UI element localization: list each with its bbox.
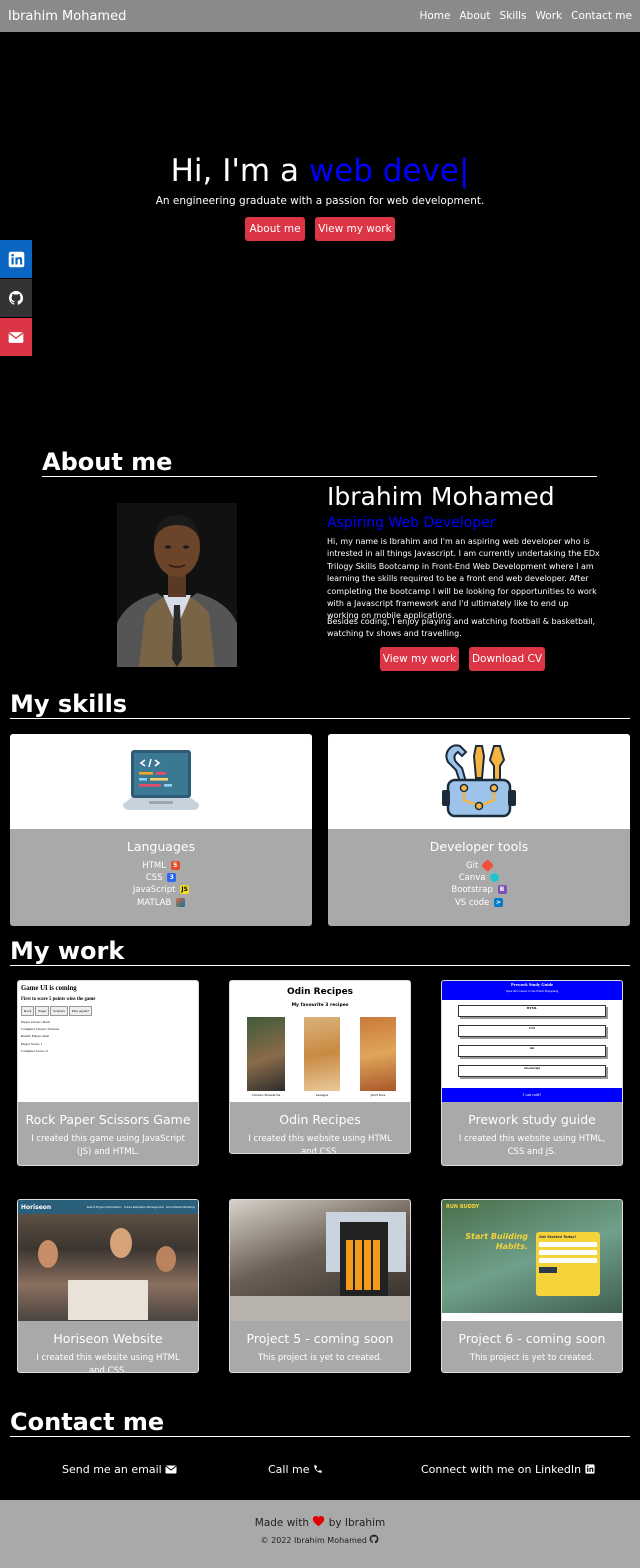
about-paragraph-2: Besides coding, I enjoy playing and watc… (327, 617, 596, 639)
work-title-prework: Prework study guide (468, 1112, 596, 1127)
navbar: Ibrahim Mohamed Home About Skills Work C… (0, 0, 640, 32)
skill-item-git: Git (328, 859, 630, 872)
work-heading: My work (10, 937, 125, 965)
tools-icon (328, 734, 630, 829)
skills-divider (10, 718, 630, 719)
contact-linkedin-label: Connect with me on LinkedIn (421, 1463, 582, 1476)
skills-heading: My skills (10, 690, 128, 718)
skill-list-languages: HTML 5 CSS 3 JavaScript JS MATLAB (10, 860, 312, 909)
contact-email-label: Send me an email (62, 1463, 162, 1476)
about-paragraph-1: Hi, my name is Ibrahim and I'm an aspiri… (327, 537, 600, 621)
work-desc-horiseon: I created this website using HTML and CS… (36, 1353, 180, 1373)
work-desc-project-5: This project is yet to created. (257, 1353, 383, 1363)
skill-item-html: HTML 5 (10, 860, 312, 872)
phone-icon (314, 1465, 322, 1473)
nav-home[interactable]: Home (419, 10, 450, 22)
about-role: Aspiring Web Developer (327, 515, 496, 531)
contact-linkedin-link[interactable]: Connect with me on LinkedIn (421, 1463, 595, 1476)
project-6-screenshot: RUN BUDDY Start Building Habits. Get Sta… (442, 1200, 622, 1321)
hero-subtitle: An engineering graduate with a passion f… (155, 195, 485, 207)
view-work-button[interactable]: View my work (315, 217, 395, 241)
work-card-project-5[interactable]: Project 5 - coming soon This project is … (229, 1199, 411, 1373)
prework-screenshot: Prework Study Guide Open the Console to … (442, 981, 622, 1102)
skill-card-developer-tools: Developer tools Git Canva Bootstrap B VS… (328, 734, 630, 926)
javascript-icon: JS (180, 885, 190, 895)
hero-title: Hi, I'm a web deve| (0, 153, 640, 189)
github-icon[interactable] (369, 1534, 379, 1544)
hero-typed-text: web deve| (308, 153, 470, 189)
work-desc-rps: I created this game using JavaScript (JS… (31, 1134, 185, 1157)
hero-title-prefix: Hi, I'm a (170, 153, 299, 189)
about-divider (42, 476, 597, 477)
matlab-icon (175, 897, 185, 907)
laptop-code-icon (10, 734, 312, 829)
about-view-work-button[interactable]: View my work (380, 647, 459, 671)
contact-divider (10, 1436, 630, 1437)
skill-item-bootstrap: Bootstrap B (328, 884, 630, 896)
footer: Made with by Ibrahim © 2022 Ibrahim Moha… (0, 1500, 640, 1568)
skill-title-developer-tools: Developer tools (429, 839, 529, 854)
footer-made-with: Made with by Ibrahim (254, 1516, 386, 1529)
work-divider (10, 965, 630, 966)
linkedin-icon (8, 251, 24, 267)
skill-item-css: CSS 3 (10, 872, 312, 884)
vscode-icon: > (494, 897, 504, 907)
html5-icon: 5 (170, 861, 180, 870)
work-card-prework[interactable]: Prework Study Guide Open the Console to … (441, 980, 623, 1166)
rps-screenshot: Game UI is coming First to score 5 point… (18, 981, 198, 1102)
nav-contact[interactable]: Contact me (571, 10, 632, 22)
git-icon (481, 859, 494, 872)
contact-call-link[interactable]: Call me (268, 1463, 323, 1476)
nav-about[interactable]: About (460, 10, 491, 22)
work-desc-prework: I created this website using HTML, CSS a… (458, 1134, 606, 1157)
footer-copyright: © 2022 Ibrahim Mohamed (0, 1534, 640, 1545)
about-me-button[interactable]: About me (245, 217, 305, 241)
nav-links: Home About Skills Work Contact me (419, 10, 632, 22)
skill-item-vscode: VS code > (454, 897, 504, 908)
work-title-horiseon: Horiseon Website (53, 1331, 163, 1346)
horiseon-screenshot: Horiseon Search Engine Optimization Onli… (18, 1200, 198, 1321)
contact-email-link[interactable]: Send me an email (62, 1463, 177, 1476)
email-link[interactable] (0, 318, 32, 356)
brand-link[interactable]: Ibrahim Mohamed (8, 9, 126, 24)
css3-icon: 3 (167, 873, 177, 883)
nav-skills[interactable]: Skills (500, 10, 527, 22)
work-card-odin-recipes[interactable]: Odin Recipes My favourite 3 recipes Chic… (229, 980, 411, 1154)
project-5-screenshot (230, 1200, 410, 1321)
work-title-project-5: Project 5 - coming soon (246, 1331, 394, 1346)
work-desc-project-6: This project is yet to created. (469, 1353, 595, 1363)
contact-call-label: Call me (268, 1463, 310, 1476)
skill-card-languages: Languages HTML 5 CSS 3 JavaScript JS MAT… (10, 734, 312, 926)
skill-item-matlab: MATLAB (10, 897, 312, 909)
skill-item-canva: Canva (328, 872, 630, 884)
contact-heading: Contact me (10, 1408, 165, 1436)
work-card-project-6[interactable]: RUN BUDDY Start Building Habits. Get Sta… (441, 1199, 623, 1373)
about-heading: About me (42, 448, 173, 476)
work-title-odin: Odin Recipes (279, 1112, 361, 1127)
skill-title-languages: Languages (126, 839, 196, 854)
about-name: Ibrahim Mohamed (327, 482, 555, 511)
download-cv-button[interactable]: Download CV (469, 647, 545, 671)
work-title-project-6: Project 6 - coming soon (458, 1331, 606, 1346)
odin-screenshot: Odin Recipes My favourite 3 recipes Chic… (230, 981, 410, 1102)
canva-icon (490, 873, 500, 883)
profile-photo (117, 503, 237, 667)
work-desc-odin: I created this website using HTML and CS… (248, 1134, 392, 1154)
linkedin-link[interactable] (0, 240, 32, 278)
work-card-horiseon[interactable]: Horiseon Search Engine Optimization Onli… (17, 1199, 199, 1373)
envelope-icon (8, 331, 24, 343)
work-card-rps[interactable]: Game UI is coming First to score 5 point… (17, 980, 199, 1166)
work-title-rps: Rock Paper Scissors Game (25, 1112, 191, 1127)
linkedin-icon (585, 1464, 595, 1474)
skill-list-developer-tools: Git Canva Bootstrap B VS code > (328, 859, 630, 909)
skill-item-javascript: JavaScript JS (132, 885, 190, 896)
heart-icon (313, 1516, 325, 1527)
github-icon (9, 291, 24, 305)
github-link[interactable] (0, 279, 32, 317)
nav-work[interactable]: Work (536, 10, 563, 22)
envelope-icon (165, 1465, 177, 1474)
bootstrap-icon: B (497, 885, 507, 895)
